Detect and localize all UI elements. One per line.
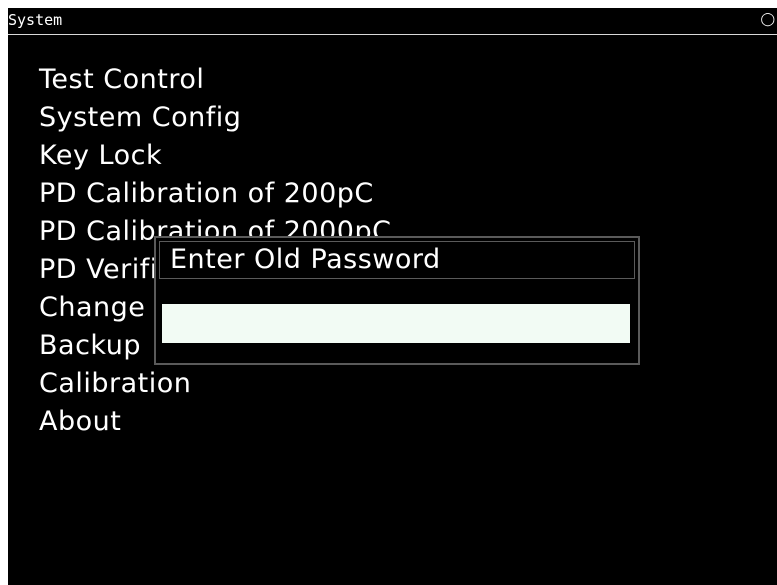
system-screen: System ◯ Test Control System Config Key … — [8, 8, 777, 585]
status-icon: ◯ — [760, 12, 775, 27]
menu-item-about[interactable]: About — [39, 403, 391, 441]
menu-item-test-control[interactable]: Test Control — [39, 61, 391, 99]
window-title: System — [8, 11, 63, 29]
title-bar: System ◯ — [8, 8, 777, 35]
menu-item-calibration[interactable]: Calibration — [39, 365, 391, 403]
menu-item-system-config[interactable]: System Config — [39, 99, 391, 137]
menu-item-pd-calibration-200pc[interactable]: PD Calibration of 200pC — [39, 175, 391, 213]
menu-item-key-lock[interactable]: Key Lock — [39, 137, 391, 175]
password-dialog: Enter Old Password — [154, 236, 640, 365]
dialog-header: Enter Old Password — [159, 241, 635, 279]
dialog-title: Enter Old Password — [170, 244, 441, 275]
old-password-input[interactable] — [162, 304, 630, 343]
